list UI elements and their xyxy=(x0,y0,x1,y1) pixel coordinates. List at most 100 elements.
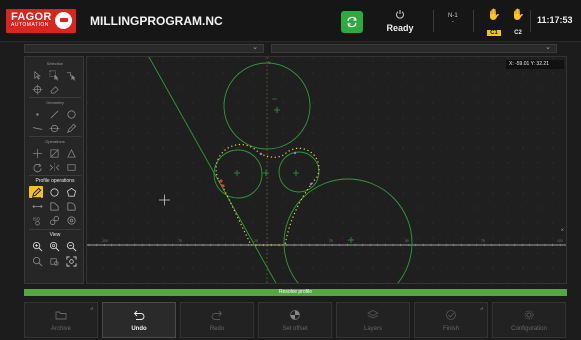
zoom-out-icon[interactable] xyxy=(64,240,78,252)
softkey-bar: ◢ Archive Undo Redo Set offset Layers ◢ … xyxy=(24,302,567,340)
program-name: MILLINGPROGRAM.NC xyxy=(90,14,223,28)
select-window-icon[interactable] xyxy=(47,69,61,81)
divider xyxy=(473,10,474,32)
archive-label: Archive xyxy=(50,326,71,332)
right-selector-dropdown[interactable]: ⌄ xyxy=(271,44,557,53)
check-icon xyxy=(415,309,487,323)
rotate-icon[interactable] xyxy=(30,161,44,173)
chamfer-icon[interactable] xyxy=(47,200,61,212)
grid-background xyxy=(87,57,566,283)
y-axis-label: Y xyxy=(268,60,271,65)
resolve-profile-status: Resolve profile xyxy=(24,289,567,296)
section-geometry-label: Geometry xyxy=(46,100,64,105)
left-selector-dropdown[interactable]: ⌄ xyxy=(24,44,264,53)
trim-icon[interactable] xyxy=(47,147,61,159)
layers-icon xyxy=(337,309,409,323)
configuration-button[interactable]: Configuration xyxy=(492,302,566,338)
reverse-icon[interactable] xyxy=(47,214,61,226)
pencil-profile-icon[interactable] xyxy=(29,186,43,198)
undo-icon xyxy=(103,309,175,323)
move-icon[interactable] xyxy=(30,147,44,159)
chevron-down-icon: ⌄ xyxy=(252,44,258,51)
layers-button[interactable]: Layers xyxy=(336,302,410,338)
profile-end-marker xyxy=(221,184,225,188)
iso-icon[interactable]: ISO xyxy=(30,214,44,226)
redo-button[interactable]: Redo xyxy=(180,302,254,338)
channel-c2-button[interactable]: ✋ C2 xyxy=(507,8,529,39)
line-icon[interactable] xyxy=(47,108,61,120)
gear-icon xyxy=(493,309,565,323)
status-text: Ready xyxy=(386,23,414,33)
top-bar: FAGOR AUTOMATION MILLINGPROGRAM.NC Ready… xyxy=(0,0,581,42)
section-divider xyxy=(29,97,81,98)
app-window: FAGOR AUTOMATION MILLINGPROGRAM.NC Ready… xyxy=(0,0,581,340)
x-axis-tick-label: 25 xyxy=(329,239,333,243)
zoom-fit-icon[interactable] xyxy=(64,255,78,267)
profile-start-marker xyxy=(219,179,223,183)
section-divider xyxy=(29,136,81,137)
pencil-icon[interactable] xyxy=(64,122,78,134)
symmetry-icon[interactable] xyxy=(47,161,61,173)
linear-pattern-icon[interactable] xyxy=(30,200,44,212)
section-view-label: View xyxy=(49,232,61,238)
section-divider xyxy=(29,229,81,230)
scale-icon[interactable] xyxy=(64,147,78,159)
circle-icon[interactable] xyxy=(64,108,78,120)
circle-tangent-icon[interactable] xyxy=(47,122,61,134)
archive-button[interactable]: ◢ Archive xyxy=(24,302,98,338)
round-icon[interactable] xyxy=(64,200,78,212)
cad-view[interactable]: -100 -75 -25 25 50 75 100 Y X 150 xyxy=(87,57,567,284)
profile-node-marker xyxy=(293,151,297,155)
redo-icon xyxy=(181,309,253,323)
channel-c1-button[interactable]: ✋ C1 xyxy=(483,8,505,39)
hand-icon: ✋ xyxy=(487,9,501,21)
zoom-window-icon[interactable] xyxy=(30,255,44,267)
channel-indicator[interactable]: N-1 - xyxy=(448,13,458,25)
profile-node-marker xyxy=(309,182,313,186)
polygon-profile-icon[interactable] xyxy=(64,186,78,198)
tangent-line-icon[interactable] xyxy=(30,122,44,134)
divider xyxy=(530,10,531,32)
zoom-all-icon[interactable] xyxy=(47,240,61,252)
x-axis-tick-label: 75 xyxy=(481,239,485,243)
y-axis-tick-label: 150 xyxy=(272,97,277,101)
link-icon[interactable] xyxy=(64,214,78,226)
divider xyxy=(433,10,434,32)
x-axis-tick-label: -75 xyxy=(177,239,182,243)
undo-button[interactable]: Undo xyxy=(102,302,176,338)
finish-label: Finish xyxy=(442,326,459,332)
channel-sub: - xyxy=(451,19,454,25)
redo-label: Redo xyxy=(209,326,225,332)
chevron-down-icon: ⌄ xyxy=(545,44,551,51)
section-selection-label: Selection xyxy=(46,61,64,66)
x-axis-tick-label: 50 xyxy=(405,239,409,243)
layers-label: Layers xyxy=(363,326,382,332)
eraser-icon[interactable] xyxy=(47,83,61,95)
folder-icon xyxy=(25,309,97,323)
x-axis-tick-label: 100 xyxy=(557,239,563,243)
sync-icon[interactable] xyxy=(341,11,363,33)
finish-button[interactable]: ◢ Finish xyxy=(414,302,488,338)
zoom-previous-icon[interactable] xyxy=(47,255,61,267)
section-profile-operations-label: Profile operations xyxy=(35,178,75,184)
drawing-canvas[interactable]: -100 -75 -25 25 50 75 100 Y X 150 xyxy=(86,56,567,284)
x-axis-label: X xyxy=(561,227,564,232)
clock: 11:17:53 xyxy=(537,15,573,25)
set-offset-label: Set offset xyxy=(282,326,308,332)
hand-icon: ✋ xyxy=(511,9,525,21)
circle-profile-icon[interactable] xyxy=(47,186,61,198)
svg-text:ISO: ISO xyxy=(32,216,39,221)
offset-icon xyxy=(259,309,331,323)
point-icon[interactable] xyxy=(30,108,44,120)
set-offset-button[interactable]: Set offset xyxy=(258,302,332,338)
section-operations-label: Operations xyxy=(45,139,65,144)
profile-node-marker xyxy=(259,152,263,156)
zoom-in-icon[interactable] xyxy=(30,240,44,252)
select-chain-icon[interactable] xyxy=(64,69,78,81)
power-icon xyxy=(380,9,420,23)
snap-icon[interactable] xyxy=(30,83,44,95)
channel-c2-label: C2 xyxy=(514,30,522,36)
tool-panel: Selection Geometry Operations Profile op… xyxy=(24,56,84,284)
rectangle-icon[interactable] xyxy=(64,161,78,173)
select-point-icon[interactable] xyxy=(30,69,44,81)
